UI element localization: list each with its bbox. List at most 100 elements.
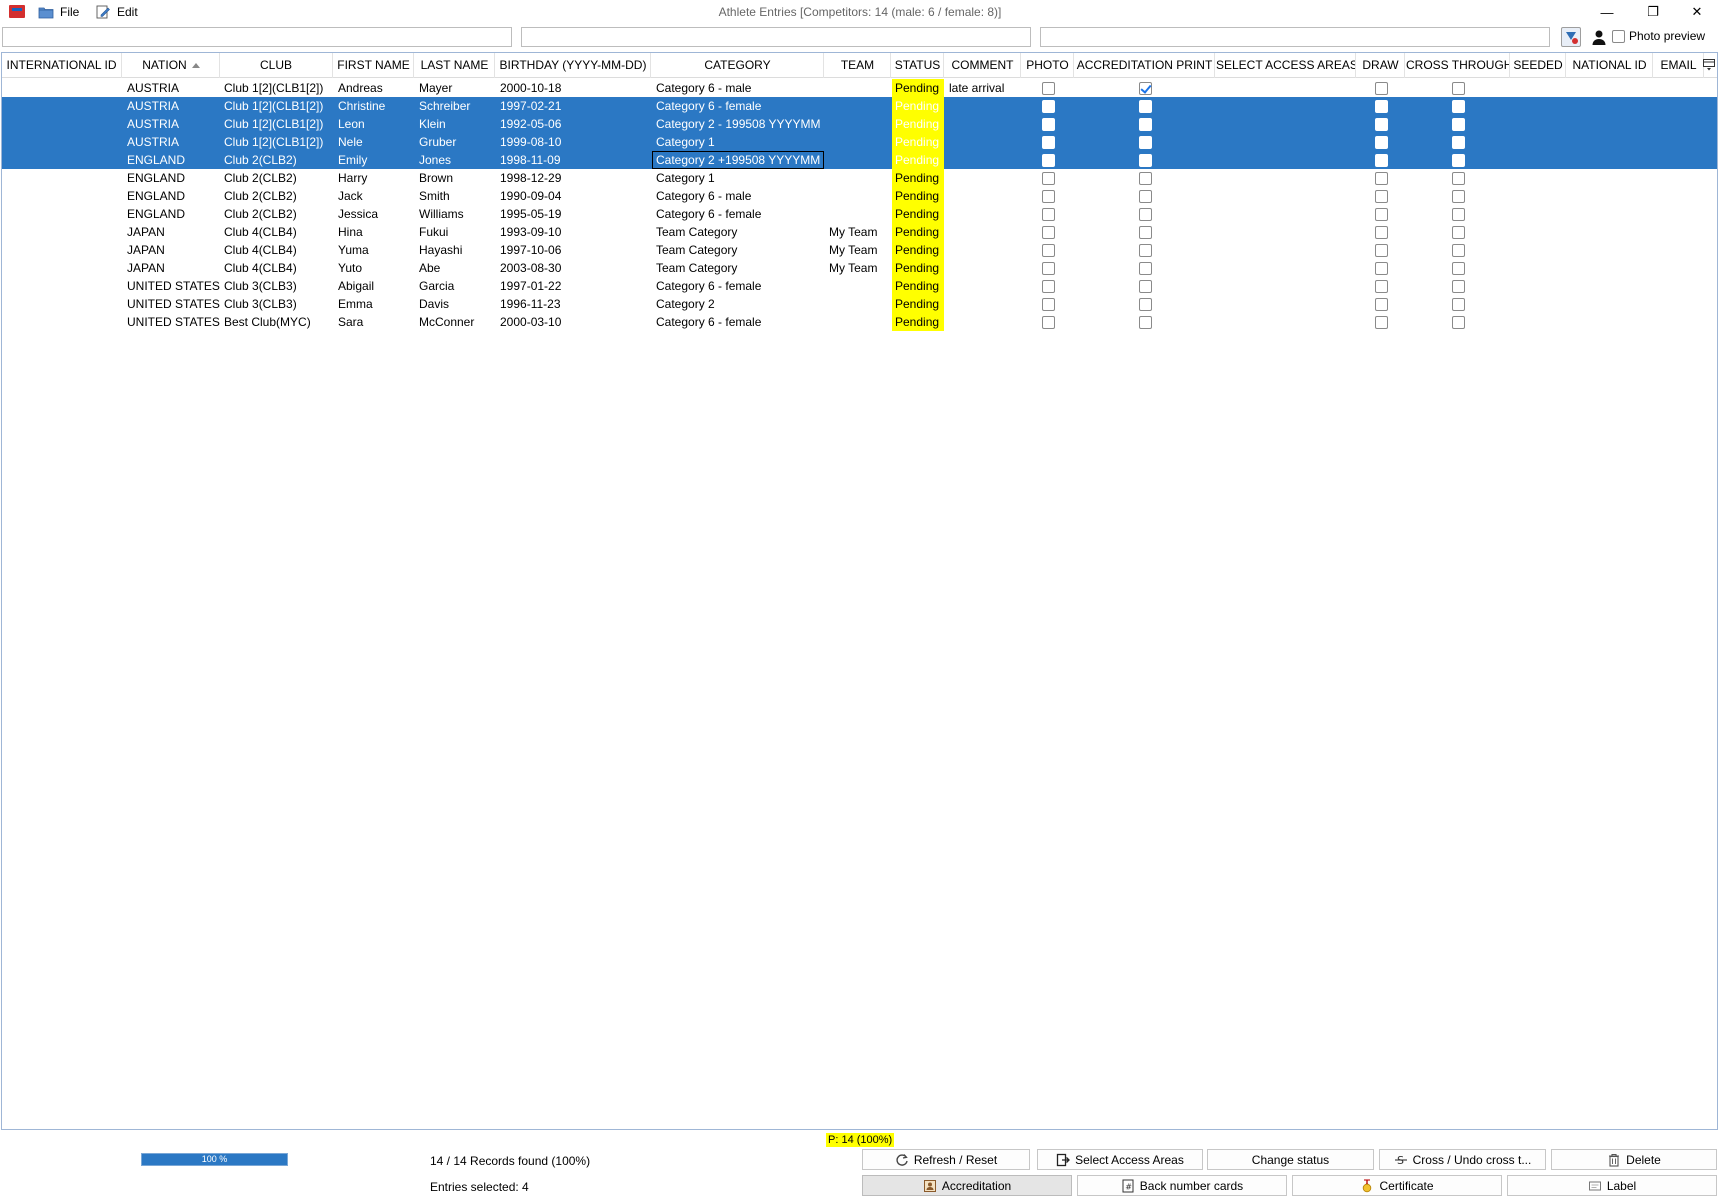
- minimize-button[interactable]: —: [1584, 0, 1630, 24]
- cell-email[interactable]: [1654, 241, 1704, 259]
- column-header-category[interactable]: CATEGORY: [652, 53, 824, 78]
- cell-nation[interactable]: UNITED STATES: [123, 313, 220, 331]
- photo-checkbox[interactable]: [1041, 99, 1055, 113]
- column-header-nation[interactable]: NATION: [123, 53, 220, 78]
- table-row[interactable]: UNITED STATES Club 3(CLB3) Emma Davis 1996-1…: [2, 295, 1717, 313]
- cell-international-id[interactable]: [2, 133, 122, 151]
- menu-edit[interactable]: Edit: [95, 4, 138, 20]
- cell-club[interactable]: Club 3(CLB3): [220, 277, 333, 295]
- column-header-international-id[interactable]: INTERNATIONAL ID: [2, 53, 122, 78]
- cell-status[interactable]: Pending: [892, 187, 944, 205]
- cell-email[interactable]: [1654, 313, 1704, 331]
- cross-through-checkbox[interactable]: [1451, 207, 1465, 221]
- cell-nation[interactable]: ENGLAND: [123, 205, 220, 223]
- cross-through-checkbox[interactable]: [1451, 117, 1465, 131]
- cross-through-checkbox[interactable]: [1451, 261, 1465, 275]
- cell-birthday[interactable]: 1998-12-29: [496, 169, 651, 187]
- cell-comment[interactable]: [945, 133, 1021, 151]
- cell-comment[interactable]: [945, 169, 1021, 187]
- cell-nation[interactable]: UNITED STATES: [123, 277, 220, 295]
- cell-comment[interactable]: [945, 97, 1021, 115]
- select-access-areas-button[interactable]: Select Access Areas: [1037, 1149, 1203, 1170]
- cell-nation[interactable]: ENGLAND: [123, 187, 220, 205]
- cell-seeded[interactable]: [1511, 115, 1566, 133]
- cell-category[interactable]: Category 6 - female: [652, 97, 824, 115]
- cell-email[interactable]: [1654, 205, 1704, 223]
- cell-national-id[interactable]: [1567, 79, 1653, 97]
- cell-status[interactable]: Pending: [892, 313, 944, 331]
- accreditation-print-checkbox[interactable]: [1138, 171, 1152, 185]
- cell-category[interactable]: Category 6 - male: [652, 187, 824, 205]
- cell-seeded[interactable]: [1511, 133, 1566, 151]
- photo-checkbox[interactable]: [1041, 135, 1055, 149]
- cell-birthday[interactable]: 1996-11-23: [496, 295, 651, 313]
- cell-birthday[interactable]: 1997-02-21: [496, 97, 651, 115]
- cell-last-name[interactable]: McConner: [415, 313, 495, 331]
- cell-seeded[interactable]: [1511, 313, 1566, 331]
- column-header-team[interactable]: TEAM: [825, 53, 891, 78]
- cell-select-access-areas[interactable]: [1216, 169, 1356, 187]
- cell-birthday[interactable]: 1993-09-10: [496, 223, 651, 241]
- cell-first-name[interactable]: Nele: [334, 133, 414, 151]
- cell-international-id[interactable]: [2, 295, 122, 313]
- back-number-cards-button[interactable]: # Back number cards: [1077, 1175, 1287, 1196]
- cell-club[interactable]: Club 2(CLB2): [220, 187, 333, 205]
- cell-seeded[interactable]: [1511, 97, 1566, 115]
- photo-checkbox[interactable]: [1041, 117, 1055, 131]
- cell-team[interactable]: [825, 295, 891, 313]
- cell-email[interactable]: [1654, 277, 1704, 295]
- cell-comment[interactable]: [945, 295, 1021, 313]
- cell-last-name[interactable]: Brown: [415, 169, 495, 187]
- filter-input-3[interactable]: [1040, 27, 1550, 47]
- cell-email[interactable]: [1654, 187, 1704, 205]
- cell-status[interactable]: Pending: [892, 133, 944, 151]
- cell-last-name[interactable]: Schreiber: [415, 97, 495, 115]
- cell-first-name[interactable]: Jack: [334, 187, 414, 205]
- cell-birthday[interactable]: 2000-03-10: [496, 313, 651, 331]
- cell-category[interactable]: Category 6 - female: [652, 277, 824, 295]
- cell-first-name[interactable]: Andreas: [334, 79, 414, 97]
- cell-comment[interactable]: [945, 223, 1021, 241]
- change-status-button[interactable]: Change status: [1207, 1149, 1374, 1170]
- cell-seeded[interactable]: [1511, 259, 1566, 277]
- cell-team[interactable]: [825, 115, 891, 133]
- cell-email[interactable]: [1654, 259, 1704, 277]
- cell-status[interactable]: Pending: [892, 241, 944, 259]
- photo-checkbox[interactable]: [1041, 207, 1055, 221]
- cell-category[interactable]: Category 2: [652, 295, 824, 313]
- cell-club[interactable]: Best Club(MYC): [220, 313, 333, 331]
- cell-comment[interactable]: [945, 277, 1021, 295]
- draw-checkbox[interactable]: [1374, 135, 1388, 149]
- cell-last-name[interactable]: Garcia: [415, 277, 495, 295]
- cell-status[interactable]: Pending: [892, 295, 944, 313]
- photo-checkbox[interactable]: [1041, 225, 1055, 239]
- cell-last-name[interactable]: Jones: [415, 151, 495, 169]
- accreditation-print-checkbox[interactable]: [1138, 315, 1152, 329]
- column-header-status[interactable]: STATUS: [892, 53, 944, 78]
- delete-button[interactable]: Delete: [1551, 1149, 1717, 1170]
- cell-email[interactable]: [1654, 115, 1704, 133]
- photo-preview-checkbox[interactable]: [1612, 29, 1625, 43]
- cell-status[interactable]: Pending: [892, 223, 944, 241]
- cell-category[interactable]: Category 2 - 199508 YYYYMM: [652, 115, 824, 133]
- accreditation-print-checkbox[interactable]: [1138, 207, 1152, 221]
- cell-category[interactable]: Category 1: [652, 169, 824, 187]
- table-row[interactable]: AUSTRIA Club 1[2](CLB1[2]) Andreas Mayer 200…: [2, 79, 1717, 97]
- cell-birthday[interactable]: 1995-05-19: [496, 205, 651, 223]
- cell-select-access-areas[interactable]: [1216, 133, 1356, 151]
- cell-nation[interactable]: AUSTRIA: [123, 79, 220, 97]
- cell-status[interactable]: Pending: [892, 97, 944, 115]
- photo-checkbox[interactable]: [1041, 261, 1055, 275]
- cell-select-access-areas[interactable]: [1216, 223, 1356, 241]
- cell-select-access-areas[interactable]: [1216, 79, 1356, 97]
- table-row[interactable]: AUSTRIA Club 1[2](CLB1[2]) Christine Schrei…: [2, 97, 1717, 115]
- restore-button[interactable]: ❐: [1630, 0, 1676, 24]
- cell-status[interactable]: Pending: [892, 151, 944, 169]
- cell-seeded[interactable]: [1511, 79, 1566, 97]
- cell-nation[interactable]: AUSTRIA: [123, 115, 220, 133]
- cell-club[interactable]: Club 2(CLB2): [220, 151, 333, 169]
- draw-checkbox[interactable]: [1374, 315, 1388, 329]
- cross-through-checkbox[interactable]: [1451, 189, 1465, 203]
- accreditation-print-checkbox[interactable]: [1138, 99, 1152, 113]
- cell-birthday[interactable]: 1992-05-06: [496, 115, 651, 133]
